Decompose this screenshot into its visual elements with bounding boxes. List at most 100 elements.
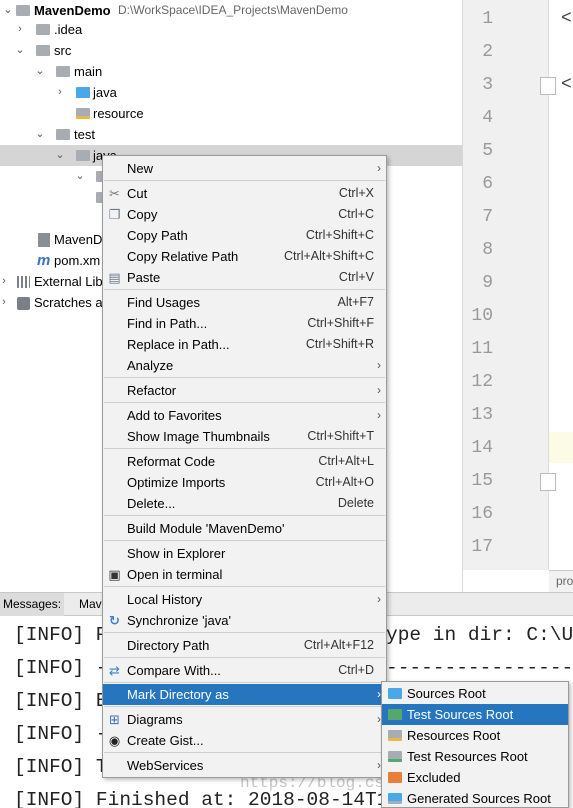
submenu-item-resources-root[interactable]: Resources Root <box>382 725 568 746</box>
menu-item-directory-path[interactable]: Directory Path Ctrl+Alt+F12 <box>103 635 386 656</box>
collapse-arrow-icon[interactable]: › <box>14 19 26 40</box>
fold-marker-icon[interactable] <box>540 473 556 491</box>
line-number: 12 <box>471 372 493 392</box>
menu-item-paste[interactable]: ▤ Paste Ctrl+V <box>103 267 386 288</box>
menu-separator <box>104 180 385 181</box>
folder-icon <box>36 45 50 56</box>
menu-item-cut[interactable]: ✂ Cut Ctrl+X <box>103 183 386 204</box>
menu-item-reformat-code[interactable]: Reformat Code Ctrl+Alt+L <box>103 451 386 472</box>
terminal-icon: ▣ <box>108 567 121 582</box>
menu-item-create-gist[interactable]: ◉ Create Gist... <box>103 730 386 751</box>
line-number: 9 <box>482 273 493 293</box>
tree-item-project-root[interactable]: ⌄ MavenDemo D:\WorkSpace\IDEA_Projects\M… <box>0 0 462 21</box>
submenu-item-test-sources-root[interactable]: Test Sources Root <box>382 704 568 725</box>
tree-item-label: src <box>54 43 72 58</box>
menu-item-refactor[interactable]: Refactor › <box>103 380 386 401</box>
menu-separator <box>104 377 385 378</box>
tree-item-label: main <box>74 64 103 79</box>
tree-item-label: External Lib <box>34 274 103 289</box>
generated-source-folder-icon <box>388 793 402 804</box>
menu-item-build-module[interactable]: Build Module 'MavenDemo' <box>103 518 386 539</box>
expand-arrow-icon[interactable]: ⌄ <box>34 124 46 145</box>
tree-item-src[interactable]: ⌄ src <box>0 40 462 61</box>
tree-item-main[interactable]: ⌄ main <box>0 61 462 82</box>
editor-gutter: 1 2 3 4 5 6 7 8 9 10 11 12 13 14 15 16 1… <box>463 0 556 570</box>
menu-separator <box>104 657 385 658</box>
line-number: 13 <box>471 405 493 425</box>
line-number: 14 <box>471 438 493 458</box>
tree-item-test[interactable]: ⌄ test <box>0 124 462 145</box>
github-icon: ◉ <box>108 733 121 748</box>
module-file-icon <box>38 233 50 247</box>
menu-item-copy-relative-path[interactable]: Copy Relative Path Ctrl+Alt+Shift+C <box>103 246 386 267</box>
line-number: 2 <box>482 42 493 62</box>
copy-icon: ❐ <box>108 207 121 222</box>
tree-item-resource[interactable]: resource <box>0 103 462 124</box>
menu-item-new[interactable]: New › <box>103 158 386 179</box>
line-number: 11 <box>471 339 493 359</box>
menu-item-show-in-explorer[interactable]: Show in Explorer <box>103 543 386 564</box>
menu-item-diagrams[interactable]: ⊞ Diagrams › <box>103 709 386 730</box>
excluded-folder-icon <box>388 772 402 783</box>
expand-arrow-icon[interactable]: ⌄ <box>2 0 14 21</box>
expand-arrow-icon[interactable]: ⌄ <box>14 40 26 61</box>
collapse-arrow-icon[interactable]: › <box>54 82 66 103</box>
menu-separator <box>104 586 385 587</box>
expand-arrow-icon[interactable]: ⌄ <box>34 61 46 82</box>
menu-item-show-image-thumbnails[interactable]: Show Image Thumbnails Ctrl+Shift+T <box>103 426 386 447</box>
tree-item-main-java[interactable]: › java <box>0 82 462 103</box>
submenu-arrow-icon: › <box>377 383 381 397</box>
menu-item-find-usages[interactable]: Find Usages Alt+F7 <box>103 292 386 313</box>
collapse-arrow-icon[interactable]: › <box>0 271 10 292</box>
menu-item-copy-path[interactable]: Copy Path Ctrl+Shift+C <box>103 225 386 246</box>
menu-item-analyze[interactable]: Analyze › <box>103 355 386 376</box>
menu-item-copy[interactable]: ❐ Copy Ctrl+C <box>103 204 386 225</box>
menu-item-replace-in-path[interactable]: Replace in Path... Ctrl+Shift+R <box>103 334 386 355</box>
code-editor[interactable]: 1 2 3 4 5 6 7 8 9 10 11 12 13 14 15 16 1… <box>462 0 573 592</box>
expand-arrow-icon[interactable]: ⌄ <box>74 166 86 187</box>
collapse-arrow-icon[interactable]: › <box>0 292 10 313</box>
menu-item-compare-with[interactable]: ⇄ Compare With... Ctrl+D <box>103 660 386 681</box>
tree-item-label: pom.xm <box>54 253 101 268</box>
line-number: 5 <box>482 141 493 161</box>
menu-item-optimize-imports[interactable]: Optimize Imports Ctrl+Alt+O <box>103 472 386 493</box>
submenu-item-sources-root[interactable]: Sources Root <box>382 683 568 704</box>
submenu-item-generated-sources-root[interactable]: Generated Sources Root <box>382 788 568 808</box>
tree-item-label: resource <box>93 106 144 121</box>
submenu-arrow-icon: › <box>377 161 381 175</box>
menu-item-local-history[interactable]: Local History › <box>103 589 386 610</box>
tab-maven[interactable]: Mav <box>76 593 105 616</box>
menu-item-add-to-favorites[interactable]: Add to Favorites › <box>103 405 386 426</box>
folder-icon <box>36 24 50 35</box>
menu-item-delete[interactable]: Delete... Delete <box>103 493 386 514</box>
menu-separator <box>104 515 385 516</box>
scissors-icon: ✂ <box>109 186 120 201</box>
line-number: 3 <box>482 75 493 95</box>
line-number: 7 <box>482 207 493 227</box>
resource-folder-icon <box>388 730 402 741</box>
source-folder-icon <box>388 688 402 699</box>
menu-item-mark-directory-as[interactable]: Mark Directory as › <box>103 684 386 705</box>
menu-separator <box>104 632 385 633</box>
menu-separator <box>104 682 385 683</box>
tab-messages[interactable]: Messages: <box>0 593 65 616</box>
submenu-item-excluded[interactable]: Excluded <box>382 767 568 788</box>
menu-separator <box>104 706 385 707</box>
submenu-arrow-icon: › <box>377 408 381 422</box>
line-number: 15 <box>471 471 493 491</box>
menu-item-webservices[interactable]: WebServices › <box>103 755 386 776</box>
submenu-item-test-resources-root[interactable]: Test Resources Root <box>382 746 568 767</box>
paste-icon: ▤ <box>108 270 121 285</box>
test-resource-folder-icon <box>388 751 402 762</box>
editor-file-tab[interactable]: pro <box>549 570 573 592</box>
menu-item-find-in-path[interactable]: Find in Path... Ctrl+Shift+F <box>103 313 386 334</box>
project-path: D:\WorkSpace\IDEA_Projects\MavenDemo <box>118 3 348 17</box>
submenu-arrow-icon: › <box>377 358 381 372</box>
context-menu: New › ✂ Cut Ctrl+X ❐ Copy Ctrl+C Copy Pa… <box>102 155 387 778</box>
tree-item-idea[interactable]: › .idea <box>0 19 462 40</box>
menu-item-synchronize[interactable]: ↻ Synchronize 'java' <box>103 610 386 631</box>
fold-marker-icon[interactable] <box>540 77 556 95</box>
line-number: 16 <box>471 504 493 524</box>
menu-item-open-in-terminal[interactable]: ▣ Open in terminal <box>103 564 386 585</box>
expand-arrow-icon[interactable]: ⌄ <box>54 145 66 166</box>
